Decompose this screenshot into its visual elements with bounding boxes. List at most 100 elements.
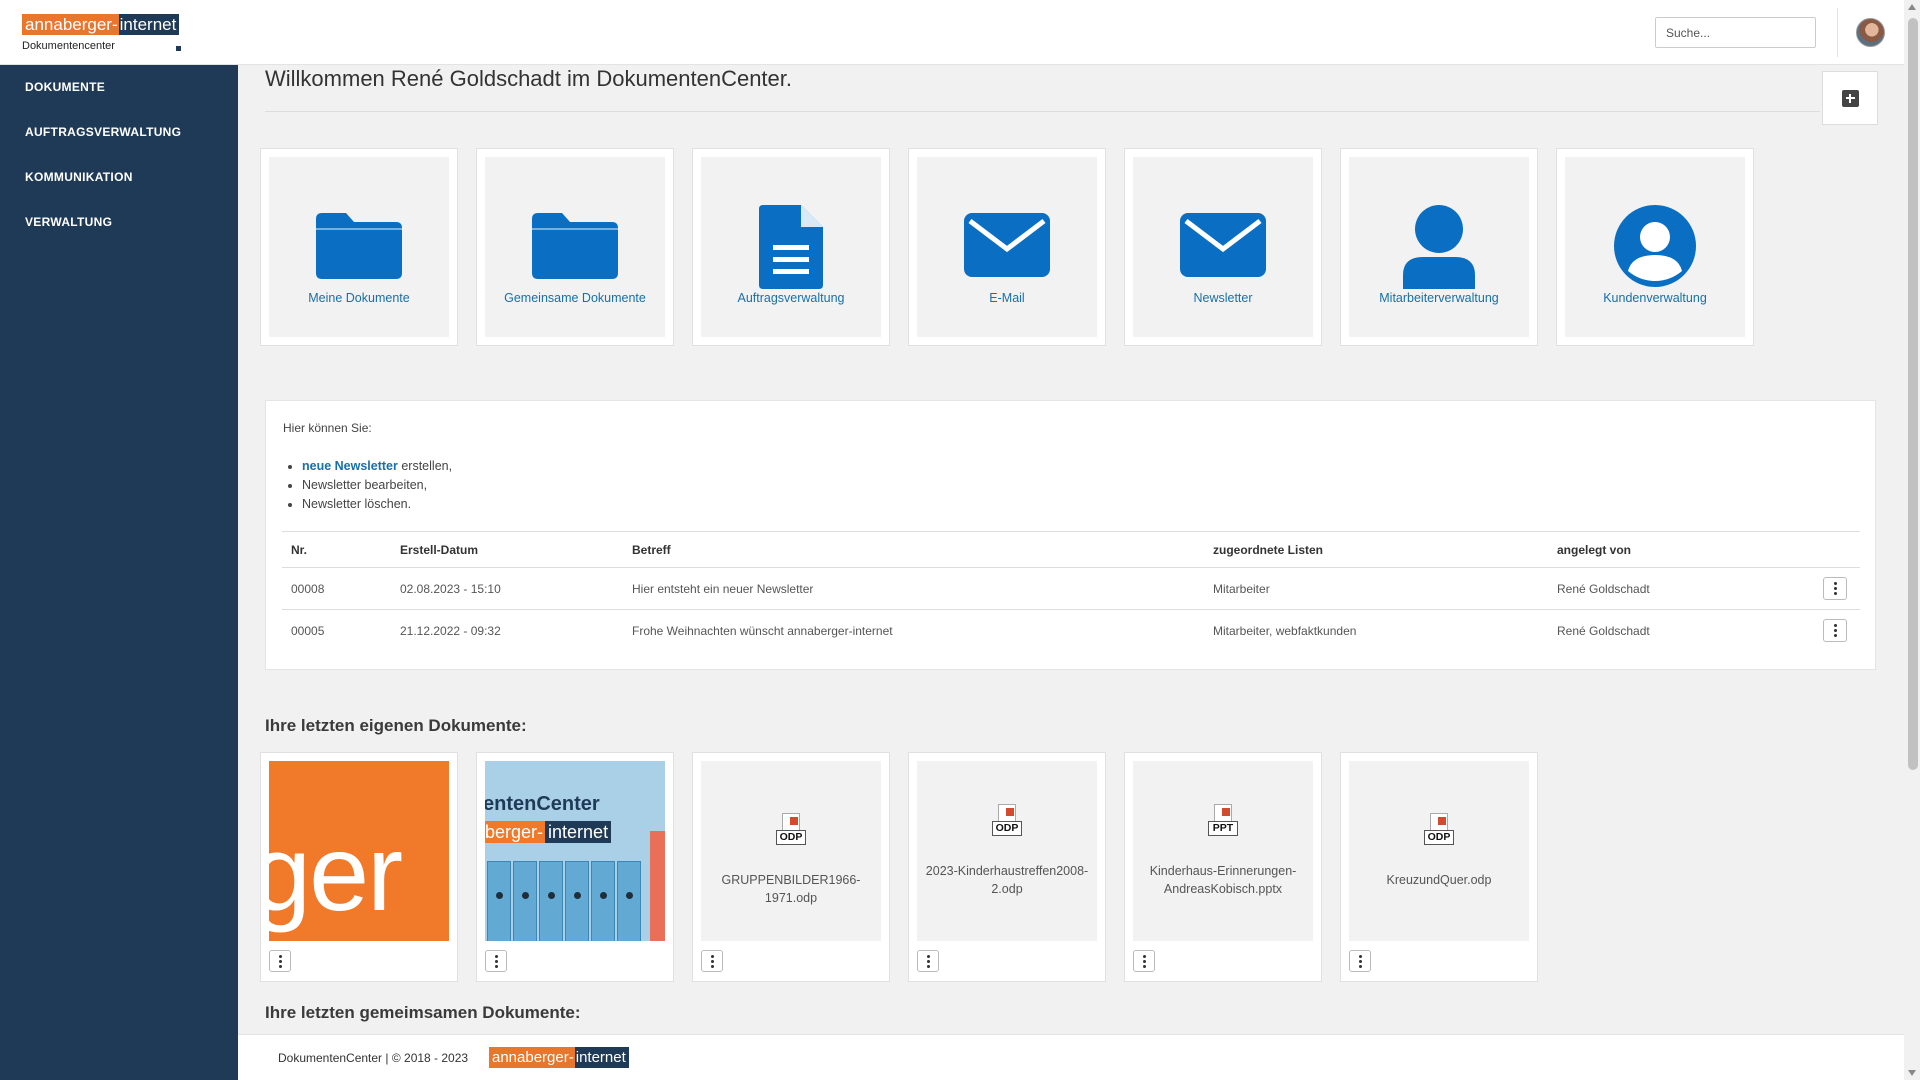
scroll-up-icon[interactable] — [1908, 4, 1916, 10]
tile-label: Mitarbeiterverwaltung — [1379, 291, 1499, 305]
footer-copyright: DokumentenCenter | © 2018 - 2023 — [278, 1051, 469, 1065]
doc-thumbnail[interactable]: ger — [269, 761, 449, 941]
doc-menu-button[interactable] — [485, 950, 507, 972]
cell-betreff: Frohe Weihnachten wünscht annaberger-int… — [632, 623, 893, 638]
tile-label: Auftragsverwaltung — [737, 291, 845, 305]
odp-file-icon: ODP — [992, 804, 1022, 838]
tile-mitarbeiterverwaltung[interactable]: Mitarbeiterverwaltung — [1340, 148, 1538, 346]
logo-subtitle: Dokumentencenter — [22, 40, 115, 52]
table-row[interactable]: 00005 21.12.2022 - 09:32 Frohe Weihnacht… — [282, 610, 1860, 652]
column-header: Betreff — [623, 531, 1204, 568]
envelope-icon — [964, 213, 1050, 277]
user-icon — [1403, 205, 1475, 289]
cell-nr: 00008 — [282, 567, 391, 610]
column-header: Erstell-Datum — [391, 531, 623, 568]
table-row[interactable]: 00008 02.08.2023 - 15:10 Hier entsteht e… — [282, 567, 1860, 610]
doc-thumbnail[interactable]: ODP GRUPPENBILDER1966-1971.odp — [701, 761, 881, 941]
doc-menu-button[interactable] — [1133, 950, 1155, 972]
doc-menu-button[interactable] — [1349, 950, 1371, 972]
sidebar-item-dokumente[interactable]: DOKUMENTE — [0, 65, 238, 110]
tile-kundenverwaltung[interactable]: Kundenverwaltung — [1556, 148, 1754, 346]
list-item: Newsletter löschen. — [302, 495, 452, 514]
odp-file-icon: ODP — [1424, 813, 1454, 847]
sidebar-item-auftragsverwaltung[interactable]: AUFTRAGSVERWALTUNG — [0, 110, 238, 155]
doc-thumbnail[interactable]: PPT Kinderhaus-Erinnerungen-AndreasKobis… — [1133, 761, 1313, 941]
doc-filename: 2023-Kinderhaustreffen2008-2.odp — [925, 864, 1089, 896]
table-header-row: Nr. Erstell-Datum Betreff zugeordnete Li… — [282, 531, 1860, 568]
newsletter-actions-list: neue Newsletter erstellen, Newsletter be… — [302, 457, 452, 514]
header-divider — [1837, 8, 1838, 57]
tile-meine-dokumente[interactable]: Meine Dokumente — [260, 148, 458, 346]
title-divider — [265, 111, 1820, 112]
doc-thumbnail[interactable]: entenCenter berger-internet — [485, 761, 665, 941]
cell-angelegt-von: René Goldschadt — [1557, 623, 1650, 638]
ppt-file-icon: PPT — [1208, 804, 1238, 838]
tile-gemeinsame-dokumente[interactable]: Gemeinsame Dokumente — [476, 148, 674, 346]
row-menu-button[interactable] — [1823, 577, 1847, 600]
tile-auftragsverwaltung[interactable]: Auftragsverwaltung — [692, 148, 890, 346]
top-header: annaberger-internet Dokumentencenter — [0, 0, 1904, 65]
cell-datum: 21.12.2022 - 09:32 — [400, 623, 501, 638]
document-icon — [759, 205, 823, 289]
sidebar-item-verwaltung[interactable]: VERWALTUNG — [0, 200, 238, 245]
page-scrollbar[interactable] — [1904, 0, 1920, 1080]
scroll-thumb[interactable] — [1908, 18, 1918, 770]
doc-card: ger — [260, 752, 458, 982]
doc-menu-button[interactable] — [269, 950, 291, 972]
new-newsletter-link[interactable]: neue Newsletter — [302, 459, 398, 473]
sidebar-item-kommunikation[interactable]: KOMMUNIKATION — [0, 155, 238, 200]
cell-betreff: Hier entsteht ein neuer Newsletter — [623, 567, 1204, 610]
doc-filename: Kinderhaus-Erinnerungen-AndreasKobisch.p… — [1149, 864, 1297, 896]
cell-angelegt-von: René Goldschadt — [1548, 567, 1814, 610]
tile-label: Newsletter — [1193, 291, 1253, 305]
doc-thumbnail[interactable]: ODP 2023-Kinderhaustreffen2008-2.odp — [917, 761, 1097, 941]
sidebar: DOKUMENTE AUFTRAGSVERWALTUNG KOMMUNIKATI… — [0, 65, 238, 1080]
search-input[interactable] — [1655, 17, 1816, 48]
doc-filename: GRUPPENBILDER1966-1971.odp — [721, 873, 861, 905]
odp-file-icon: ODP — [776, 813, 806, 847]
doc-menu-button[interactable] — [701, 950, 723, 972]
logo-part-orange: annaberger- — [22, 14, 119, 35]
doc-card: ODP GRUPPENBILDER1966-1971.odp — [692, 752, 890, 982]
doc-menu-button[interactable] — [917, 950, 939, 972]
footer-logo[interactable]: annaberger-internet — [489, 1047, 629, 1068]
doc-filename: KreuzundQuer.odp — [1386, 873, 1492, 887]
tile-e-mail[interactable]: E-Mail — [908, 148, 1106, 346]
list-item: Newsletter bearbeiten, — [302, 476, 452, 495]
cell-listen: Mitarbeiter, webfaktkunden — [1213, 623, 1357, 638]
logo-part-navy: internet — [118, 14, 180, 35]
own-docs-grid: ger entenCenter berger-internet ODP GRUP… — [260, 752, 1538, 982]
thumb-text: ger — [269, 812, 403, 933]
footer: DokumentenCenter | © 2018 - 2023 annaber… — [238, 1034, 1904, 1080]
scroll-down-icon[interactable] — [1908, 1070, 1916, 1076]
brand-logo[interactable]: annaberger-internet — [22, 14, 180, 35]
row-menu-button[interactable] — [1823, 619, 1847, 643]
own-docs-heading: Ihre letzten eigenen Dokumente: — [265, 716, 527, 735]
column-header: angelegt von — [1548, 531, 1814, 568]
doc-card: ODP 2023-Kinderhaustreffen2008-2.odp — [908, 752, 1106, 982]
cell-datum: 02.08.2023 - 15:10 — [391, 567, 623, 610]
thumb-title: entenCenter — [485, 793, 600, 815]
cell-nr: 00005 — [291, 623, 325, 638]
doc-thumbnail[interactable]: ODP KreuzundQuer.odp — [1349, 761, 1529, 941]
page-title: Willkommen René Goldschadt im Dokumenten… — [265, 66, 793, 91]
newsletter-panel: Hier können Sie: neue Newsletter erstell… — [265, 400, 1876, 670]
cell-listen: Mitarbeiter — [1204, 567, 1548, 610]
tile-label: Gemeinsame Dokumente — [504, 291, 646, 305]
column-header: Nr. — [282, 531, 391, 568]
envelope-icon — [1180, 213, 1266, 277]
folder-icon — [532, 213, 618, 279]
plus-square-icon — [1841, 89, 1859, 107]
tile-label: E-Mail — [989, 291, 1025, 305]
newsletter-table: Nr. Erstell-Datum Betreff zugeordnete Li… — [282, 531, 1860, 652]
column-header: zugeordnete Listen — [1204, 531, 1548, 568]
list-item: neue Newsletter erstellen, — [302, 457, 452, 476]
add-button[interactable] — [1822, 71, 1878, 125]
thumb-logo: berger-internet — [485, 821, 612, 843]
newsletter-intro: Hier können Sie: — [283, 421, 372, 435]
app-tiles: Meine Dokumente Gemeinsame Dokumente Auf… — [260, 148, 1754, 346]
doc-card: entenCenter berger-internet — [476, 752, 674, 982]
tile-newsletter[interactable]: Newsletter — [1124, 148, 1322, 346]
tile-label: Meine Dokumente — [308, 291, 410, 305]
user-avatar[interactable] — [1856, 18, 1885, 47]
